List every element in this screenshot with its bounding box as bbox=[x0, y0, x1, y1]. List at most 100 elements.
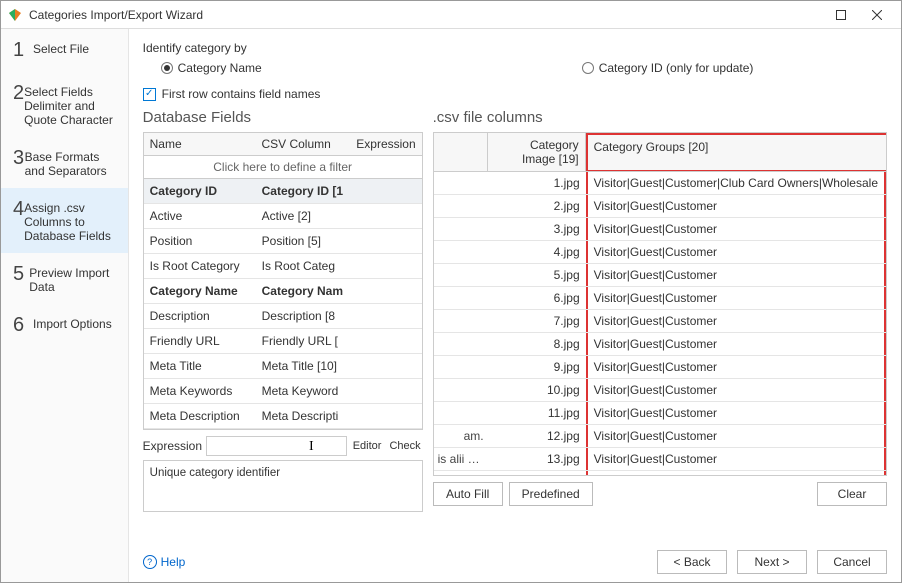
csv-cell-image: 4.jpg bbox=[488, 241, 586, 263]
csv-cell-groups: Visitor|Guest|Customer bbox=[586, 241, 886, 263]
wizard-step-5[interactable]: 5Preview Import Data bbox=[1, 253, 128, 304]
csv-cell-prev bbox=[434, 471, 488, 475]
csv-cell-prev bbox=[434, 333, 488, 355]
csv-cell-image: 12.jpg bbox=[488, 425, 586, 447]
csv-cell-prev bbox=[434, 287, 488, 309]
csv-cell-image: 5.jpg bbox=[488, 264, 586, 286]
csv-cell-groups: Visitor|Guest|Customer bbox=[586, 402, 886, 424]
minimize-button[interactable] bbox=[787, 3, 823, 27]
expression-input[interactable]: I bbox=[206, 436, 347, 456]
db-field-name: Meta Keywords bbox=[144, 379, 256, 403]
db-field-csv: Meta Title [10] bbox=[256, 354, 422, 378]
help-link[interactable]: ? Help bbox=[143, 555, 186, 569]
csv-row[interactable]: 7.jpgVisitor|Guest|Customer bbox=[434, 310, 886, 333]
db-head-expr[interactable]: Expression bbox=[350, 133, 421, 155]
wizard-step-4[interactable]: 4Assign .csv Columns to Database Fields bbox=[1, 188, 128, 253]
step-label: Select File bbox=[33, 39, 89, 56]
db-head-csv[interactable]: CSV Column bbox=[255, 133, 350, 155]
check-icon: ✓ bbox=[143, 88, 156, 101]
csv-cell-image: 7.jpg bbox=[488, 310, 586, 332]
cancel-button[interactable]: Cancel bbox=[817, 550, 887, 574]
step-number: 3 bbox=[13, 147, 25, 170]
db-field-row[interactable]: DescriptionDescription [8 bbox=[144, 304, 422, 329]
csv-cell-groups: Visitor|Guest|Customer bbox=[586, 333, 886, 355]
checkbox-label: First row contains field names bbox=[162, 87, 321, 101]
db-field-row[interactable]: Category NameCategory Nam bbox=[144, 279, 422, 304]
csv-cell-prev bbox=[434, 195, 488, 217]
csv-row[interactable]: 10.jpgVisitor|Guest|Customer bbox=[434, 379, 886, 402]
db-filter-row[interactable]: Click here to define a filter bbox=[144, 156, 422, 179]
wizard-step-2[interactable]: 2Select Fields Delimiter and Quote Chara… bbox=[1, 72, 128, 137]
csv-cell-prev bbox=[434, 218, 488, 240]
csv-row[interactable]: am.12.jpgVisitor|Guest|Customer bbox=[434, 425, 886, 448]
step-label: Import Options bbox=[33, 314, 112, 331]
csv-cell-image: 2.jpg bbox=[488, 195, 586, 217]
db-fields-table: Name CSV Column Expression Click here to… bbox=[143, 132, 423, 430]
radio-icon bbox=[161, 62, 173, 74]
csv-cell-image: 16.jpg bbox=[488, 471, 586, 475]
db-field-name: Position bbox=[144, 229, 256, 253]
csv-row[interactable]: 4.jpgVisitor|Guest|Customer bbox=[434, 241, 886, 264]
db-field-csv: Is Root Categ bbox=[256, 254, 422, 278]
csv-row[interactable]: 6.jpgVisitor|Guest|Customer bbox=[434, 287, 886, 310]
db-field-csv: Category ID [1 bbox=[256, 179, 422, 203]
next-button[interactable]: Next > bbox=[737, 550, 807, 574]
db-head-name[interactable]: Name bbox=[144, 133, 256, 155]
csv-row[interactable]: 1.jpgVisitor|Guest|Customer|Club Card Ow… bbox=[434, 172, 886, 195]
db-field-row[interactable]: Is Root CategoryIs Root Categ bbox=[144, 254, 422, 279]
step-label: Preview Import Data bbox=[29, 263, 117, 294]
csv-cell-groups: Visitor|Guest|Customer bbox=[586, 425, 886, 447]
csv-row[interactable]: 11.jpgVisitor|Guest|Customer bbox=[434, 402, 886, 425]
close-button[interactable] bbox=[859, 3, 895, 27]
help-icon: ? bbox=[143, 555, 157, 569]
csv-cell-groups: Visitor|Guest|Customer bbox=[586, 448, 886, 470]
db-field-csv: Position [5] bbox=[256, 229, 422, 253]
csv-cell-groups: Visitor|Guest|Customer bbox=[586, 264, 886, 286]
csv-cell-image: 3.jpg bbox=[488, 218, 586, 240]
csv-cell-prev bbox=[434, 402, 488, 424]
csv-row[interactable]: 16.jpgVisitor|Guest|Customer bbox=[434, 471, 886, 475]
wizard-steps-sidebar: 1Select File2Select Fields Delimiter and… bbox=[1, 29, 129, 582]
radio-category-id[interactable]: Category ID (only for update) bbox=[582, 61, 754, 75]
db-field-row[interactable]: Category IDCategory ID [1 bbox=[144, 179, 422, 204]
maximize-button[interactable] bbox=[823, 3, 859, 27]
db-field-row[interactable]: Friendly URLFriendly URL [ bbox=[144, 329, 422, 354]
csv-cell-image: 10.jpg bbox=[488, 379, 586, 401]
db-field-row[interactable]: Meta DescriptionMeta Descripti bbox=[144, 404, 422, 429]
wizard-step-3[interactable]: 3Base Formats and Separators bbox=[1, 137, 128, 188]
back-button[interactable]: < Back bbox=[657, 550, 727, 574]
db-field-row[interactable]: Meta KeywordsMeta Keyword bbox=[144, 379, 422, 404]
db-fields-title: Database Fields bbox=[143, 109, 423, 126]
identify-label: Identify category by bbox=[143, 41, 887, 55]
csv-cell-image: 11.jpg bbox=[488, 402, 586, 424]
expression-check-link[interactable]: Check bbox=[387, 440, 422, 452]
auto-fill-button[interactable]: Auto Fill bbox=[433, 482, 503, 506]
db-field-csv: Active [2] bbox=[256, 204, 422, 228]
csv-head-groups[interactable]: Category Groups [20] bbox=[586, 133, 886, 171]
csv-head-blank[interactable] bbox=[434, 133, 488, 171]
wizard-step-1[interactable]: 1Select File bbox=[1, 29, 128, 72]
csv-row[interactable]: 9.jpgVisitor|Guest|Customer bbox=[434, 356, 886, 379]
csv-cell-groups: Visitor|Guest|Customer bbox=[586, 218, 886, 240]
csv-row[interactable]: 3.jpgVisitor|Guest|Customer bbox=[434, 218, 886, 241]
csv-row[interactable]: 5.jpgVisitor|Guest|Customer bbox=[434, 264, 886, 287]
wizard-step-6[interactable]: 6Import Options bbox=[1, 304, 128, 347]
csv-row[interactable]: 8.jpgVisitor|Guest|Customer bbox=[434, 333, 886, 356]
expression-editor-link[interactable]: Editor bbox=[351, 440, 384, 452]
radio-category-name[interactable]: Category Name bbox=[161, 61, 262, 75]
db-field-row[interactable]: Meta TitleMeta Title [10] bbox=[144, 354, 422, 379]
csv-row[interactable]: 2.jpgVisitor|Guest|Customer bbox=[434, 195, 886, 218]
csv-cell-prev bbox=[434, 379, 488, 401]
clear-button[interactable]: Clear bbox=[817, 482, 887, 506]
csv-head-image[interactable]: Category Image [19] bbox=[488, 133, 586, 171]
csv-row[interactable]: is alii verterem.13.jpgVisitor|Guest|Cus… bbox=[434, 448, 886, 471]
db-field-csv: Meta Descripti bbox=[256, 404, 422, 428]
first-row-checkbox[interactable]: ✓ First row contains field names bbox=[143, 87, 887, 101]
db-field-row[interactable]: ActiveActive [2] bbox=[144, 204, 422, 229]
csv-cell-groups: Visitor|Guest|Customer bbox=[586, 379, 886, 401]
predefined-button[interactable]: Predefined bbox=[509, 482, 593, 506]
step-number: 2 bbox=[13, 82, 24, 105]
radio-icon bbox=[582, 62, 594, 74]
db-field-csv: Category Nam bbox=[256, 279, 422, 303]
db-field-row[interactable]: PositionPosition [5] bbox=[144, 229, 422, 254]
